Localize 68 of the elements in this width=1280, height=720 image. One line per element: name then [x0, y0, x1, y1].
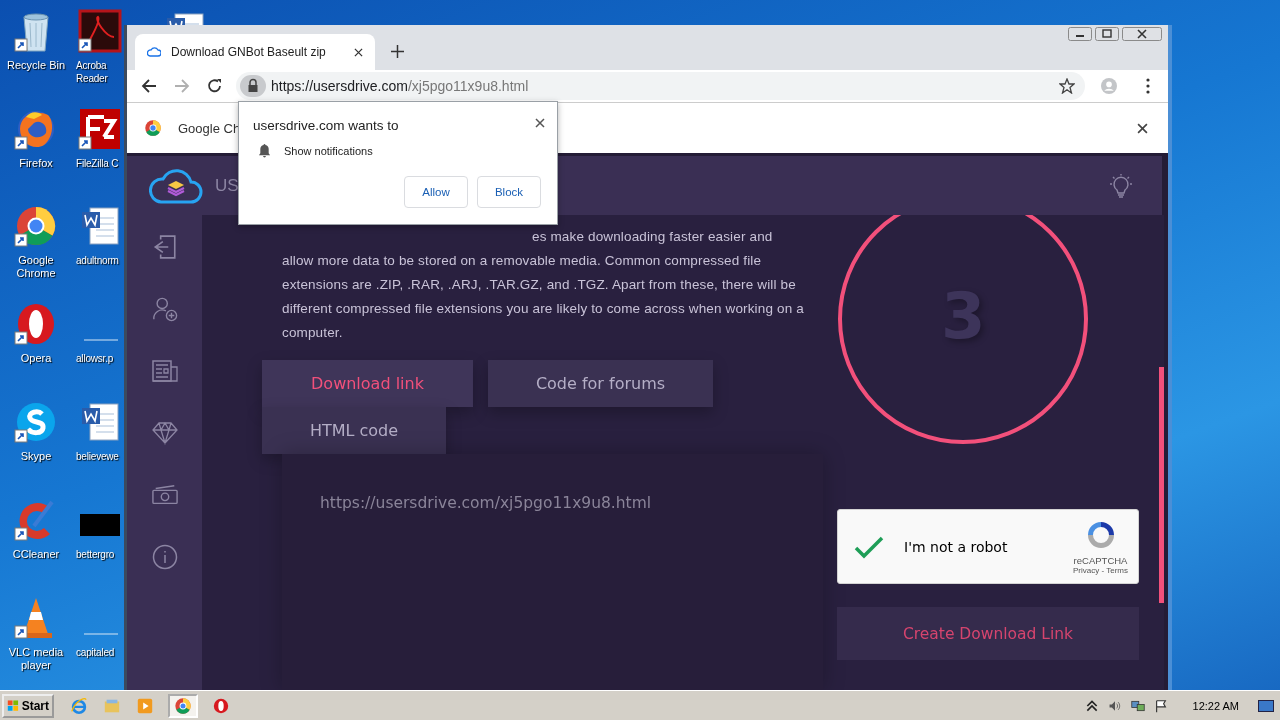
code-tab[interactable]: Code for forums [488, 360, 713, 407]
description-paragraph: es make downloading faster easier and allow more data to be stored on a removable media. Common compressed file extensions are .ZIP, .RAR, .ARJ, .TAR.GZ, and .TGZ. Apart from these, there will be different compressed file extensions you are likely to come across when working on a computer. [281, 228, 805, 342]
bell-icon [258, 143, 271, 158]
cloud-layers-logo-icon[interactable] [149, 166, 203, 205]
site-name[interactable]: US [215, 175, 239, 196]
network-icon[interactable] [1130, 698, 1145, 713]
desktop-icon-label[interactable]: allowsr.p [76, 352, 114, 365]
desktop-icon-label[interactable]: Recycle Bin [6, 59, 66, 72]
close-icon[interactable] [354, 47, 363, 57]
captcha-brand: reCAPTCHA [1073, 554, 1128, 566]
lightbulb-icon[interactable] [1108, 172, 1134, 199]
allow-button[interactable]: Allow [404, 176, 468, 208]
back-icon[interactable] [141, 78, 157, 94]
close-icon[interactable] [1122, 27, 1162, 41]
chrome-icon [144, 119, 162, 137]
filezilla-icon[interactable] [78, 107, 122, 151]
desktop-icon-label[interactable]: Skype [20, 450, 52, 463]
prompt-title: usersdrive.com wants to [253, 118, 399, 133]
desktop-icon-label[interactable]: Opera [20, 352, 52, 365]
privacy-terms-links[interactable]: Privacy - Terms [1073, 565, 1128, 575]
scrollbar-thumb[interactable] [1159, 367, 1164, 603]
checkmark-icon[interactable] [854, 534, 884, 559]
desktop-icon-label[interactable]: Google Chrome [16, 254, 56, 280]
code-tab[interactable]: HTML code [262, 407, 446, 454]
bookmark-star-icon[interactable] [1059, 78, 1075, 94]
reload-icon[interactable] [207, 78, 223, 94]
skype-icon[interactable] [14, 400, 58, 444]
minimize-icon[interactable] [1068, 27, 1092, 41]
desktop-icon-label[interactable]: bettergro [76, 548, 115, 561]
desktop-icon-label[interactable]: FileZilla C [76, 157, 119, 170]
pdf-icon[interactable] [78, 9, 122, 53]
start-button[interactable]: Start [2, 693, 54, 718]
windows-logo-icon [7, 697, 20, 714]
desktop-icon-label[interactable]: Acroba Reader [76, 59, 108, 85]
desktop-icon-label[interactable]: adultnorm [76, 254, 119, 267]
show-hidden-icons-icon[interactable] [1084, 698, 1099, 713]
permission-text: Show notifications [284, 144, 373, 157]
opera-icon[interactable] [212, 696, 230, 715]
tab-title: Download GNBot Baseult zip [171, 45, 327, 59]
chrome-icon[interactable] [14, 204, 58, 248]
restore-icon[interactable] [1095, 27, 1119, 41]
close-icon[interactable] [1137, 122, 1148, 134]
desktop-icon-label[interactable]: believewe [76, 450, 119, 463]
captcha-label: I'm not a robot [904, 538, 1008, 555]
address-bar[interactable]: https://usersdrive.com/xj5pgo11x9u8.html [236, 72, 1085, 100]
info-icon[interactable] [151, 544, 178, 570]
menu-icon[interactable] [1146, 78, 1150, 94]
desktop-icon-label[interactable]: capitaled [76, 646, 115, 659]
link-code[interactable]: https://usersdrive.com/xj5pgo11x9u8.html [320, 494, 652, 512]
close-icon[interactable] [535, 117, 545, 128]
create-download-link-button[interactable]: Create Download Link [837, 607, 1139, 660]
browser-tab[interactable]: Download GNBot Baseult zip [135, 34, 375, 70]
diamond-icon[interactable] [151, 420, 178, 446]
desktop-icon-label[interactable]: CCleaner [12, 548, 60, 561]
chrome-icon[interactable] [174, 696, 192, 715]
code-tab[interactable]: Download link [262, 360, 473, 407]
new-tab-icon[interactable] [391, 45, 404, 58]
add-user-icon[interactable] [151, 296, 178, 322]
lock-icon[interactable] [240, 75, 266, 97]
show-desktop-icon[interactable] [1258, 699, 1274, 712]
desktop-icon-label[interactable]: Firefox [19, 157, 53, 170]
clock[interactable]: 12:22 AM [1192, 699, 1239, 712]
flag-icon[interactable] [1153, 698, 1168, 713]
block-button[interactable]: Block [477, 176, 541, 208]
desktop-icon-label[interactable]: VLC media player [8, 646, 64, 672]
cloud-icon [147, 45, 161, 59]
news-icon[interactable] [151, 358, 178, 384]
taskbar-button[interactable] [168, 693, 198, 718]
